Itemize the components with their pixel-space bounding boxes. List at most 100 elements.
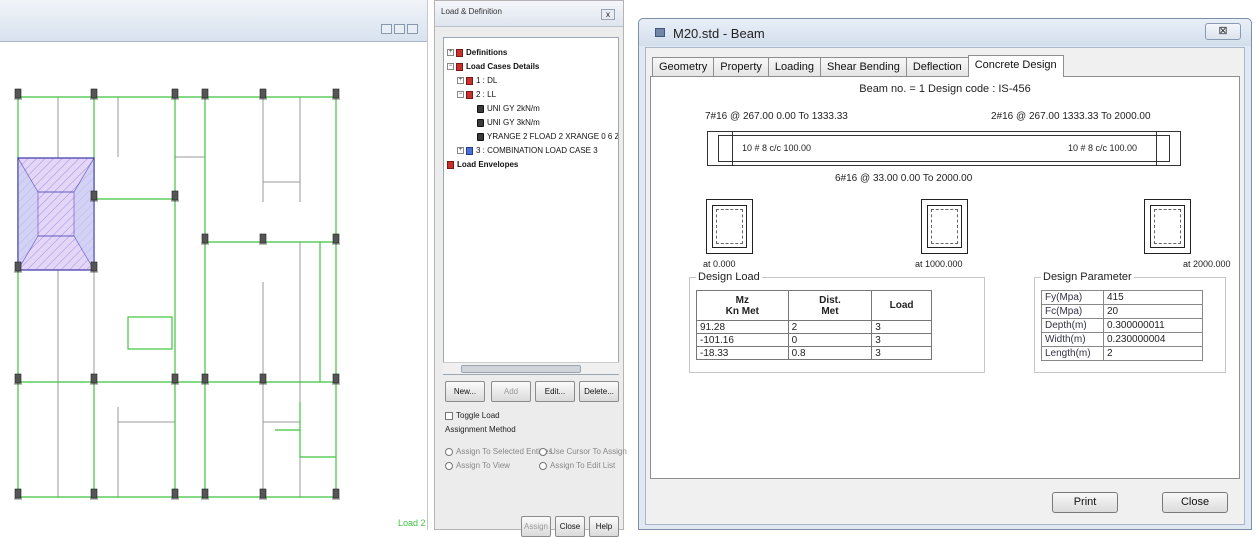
panel-close-bottom-button[interactable]: Close	[555, 516, 585, 537]
support-icon	[259, 88, 267, 99]
expand-icon[interactable]: +	[457, 147, 464, 155]
load-tree[interactable]: + Definitions − Load Cases Details +1 : DL…	[443, 37, 619, 375]
cross-section-end	[1144, 199, 1191, 254]
support-icon	[90, 261, 98, 272]
load-case-icon	[466, 90, 473, 99]
edit-button[interactable]: Edit...	[535, 381, 575, 402]
tree-item-load-case-2[interactable]: −2 : LL	[457, 90, 496, 100]
tab-geometry[interactable]: Geometry	[652, 57, 715, 77]
beam-header: Beam no. = 1 Design code : IS-456	[859, 83, 1031, 95]
support-icon	[14, 261, 22, 272]
radio-icon[interactable]	[445, 461, 453, 470]
support-icon	[171, 88, 179, 99]
beam-dialog: M20.std - Beam ⊠ Geometry Property Loadi…	[638, 18, 1252, 530]
tree-item-load-cases[interactable]: − Load Cases Details	[447, 62, 539, 72]
checkbox-icon[interactable]	[445, 411, 453, 420]
tree-item-definitions[interactable]: + Definitions	[447, 48, 507, 58]
design-parameter-table[interactable]: Fy(Mpa) 415 Fc(Mpa) 20 Depth(m) 0.300000011…	[1041, 290, 1203, 361]
support-icon	[201, 88, 209, 99]
assign-selected-radio[interactable]: Assign To Selected Entities	[445, 447, 552, 456]
tab-deflection[interactable]: Deflection	[905, 57, 969, 77]
tab-bar: Geometry Property Loading Shear Bending …	[652, 55, 1064, 77]
use-cursor-radio[interactable]: Use Cursor To Assign	[539, 447, 627, 456]
load-icon	[477, 132, 484, 141]
load-case-icon	[466, 76, 473, 85]
stirrup-right: 10 # 8 c/c 100.00	[1068, 143, 1138, 153]
table-row[interactable]: 91.28 2 3	[696, 320, 932, 334]
tree-item-load-3[interactable]: YRANGE 2 FLOAD 2 XRANGE 0 6 ZRANGE	[477, 132, 618, 142]
tab-concrete-design[interactable]: Concrete Design	[967, 55, 1064, 77]
support-icon	[201, 233, 209, 244]
beam-elevation: 10 # 8 c/c 100.00 10 # 8 c/c 100.00	[707, 131, 1181, 166]
table-row[interactable]: Length(m) 2	[1041, 346, 1203, 361]
load-icon	[477, 104, 484, 113]
delete-button[interactable]: Delete...	[579, 381, 619, 402]
tree-item-load-envelopes[interactable]: Load Envelopes	[447, 160, 518, 170]
help-button[interactable]: Help	[589, 516, 619, 537]
dialog-close-icon[interactable]: ⊠	[1205, 23, 1241, 40]
panel-close-button[interactable]: x	[601, 9, 615, 20]
design-load-group: Design Load Mz Kn Met Dist. Met Load 91.28…	[689, 271, 985, 373]
assign-edit-radio[interactable]: Assign To Edit List	[539, 461, 615, 470]
tab-shear-bending[interactable]: Shear Bending	[820, 57, 907, 77]
support-icon	[90, 488, 98, 499]
minimize-icon[interactable]	[381, 24, 392, 34]
table-row[interactable]: Width(m) 0.230000004	[1041, 332, 1203, 347]
tab-property[interactable]: Property	[713, 57, 769, 77]
folder-icon	[456, 48, 463, 57]
dialog-titlebar[interactable]: M20.std - Beam ⊠	[639, 19, 1251, 46]
collapse-icon[interactable]: −	[447, 63, 454, 71]
tree-item-load-2[interactable]: UNI GY 3kN/m	[477, 118, 540, 128]
support-icon	[259, 233, 267, 244]
load-icon	[477, 118, 484, 127]
tab-loading[interactable]: Loading	[767, 57, 822, 77]
table-row[interactable]: Depth(m) 0.300000011	[1041, 318, 1203, 333]
expand-icon[interactable]: +	[447, 49, 454, 57]
loaded-slab-panel[interactable]	[17, 156, 95, 272]
support-icon	[171, 373, 179, 384]
supports	[14, 88, 340, 500]
add-button[interactable]: Add	[491, 381, 531, 402]
panel-title: Load & Definition	[435, 1, 623, 27]
toggle-load-checkbox[interactable]: Toggle Load	[445, 411, 500, 420]
assign-view-radio[interactable]: Assign To View	[445, 461, 510, 470]
tree-horizontal-scrollbar[interactable]	[443, 362, 619, 374]
dialog-title: M20.std - Beam	[673, 26, 765, 41]
window-controls	[381, 24, 418, 34]
tree-item-combination[interactable]: +3 : COMBINATION LOAD CASE 3	[457, 146, 598, 156]
support-icon	[14, 488, 22, 499]
design-load-table[interactable]: Mz Kn Met Dist. Met Load 91.28 2 3 -101.16 0 3…	[696, 290, 932, 360]
structure-viewport[interactable]: Load 2	[0, 0, 428, 530]
scrollbar-thumb[interactable]	[461, 365, 581, 373]
column-header-load: Load	[871, 290, 932, 321]
bottom-rebar: 6#16 @ 33.00 0.00 To 2000.00	[835, 173, 973, 184]
support-icon	[332, 233, 340, 244]
expand-icon[interactable]: +	[457, 77, 464, 85]
radio-icon[interactable]	[539, 447, 547, 456]
table-row[interactable]: Fy(Mpa) 415	[1041, 290, 1203, 305]
radio-icon[interactable]	[539, 461, 547, 470]
support-icon	[90, 373, 98, 384]
tree-item-load-1[interactable]: UNI GY 2kN/m	[477, 104, 540, 114]
stirrup-left: 10 # 8 c/c 100.00	[742, 143, 812, 153]
close-button[interactable]: Close	[1162, 492, 1228, 513]
support-icon	[201, 373, 209, 384]
table-row[interactable]: -18.33 0.8 3	[696, 346, 932, 360]
collapse-icon[interactable]: −	[457, 91, 464, 99]
top-rebar-right: 2#16 @ 267.00 1333.33 To 2000.00	[991, 111, 1151, 122]
support-icon	[201, 488, 209, 499]
radio-icon[interactable]	[445, 447, 453, 456]
table-row[interactable]: Fc(Mpa) 20	[1041, 304, 1203, 319]
column-header-dist: Dist. Met	[787, 290, 873, 321]
section-label-end: at 2000.000	[1183, 259, 1231, 269]
restore-icon[interactable]	[394, 24, 405, 34]
tree-item-load-case-1[interactable]: +1 : DL	[457, 76, 497, 86]
new-button[interactable]: New...	[445, 381, 485, 402]
close-icon[interactable]	[407, 24, 418, 34]
assign-button[interactable]: Assign	[521, 516, 551, 537]
folder-icon	[447, 160, 454, 169]
print-button[interactable]: Print	[1052, 492, 1118, 513]
structure-drawing[interactable]: Load 2	[0, 42, 428, 530]
table-row[interactable]: -101.16 0 3	[696, 333, 932, 347]
support-icon	[14, 373, 22, 384]
